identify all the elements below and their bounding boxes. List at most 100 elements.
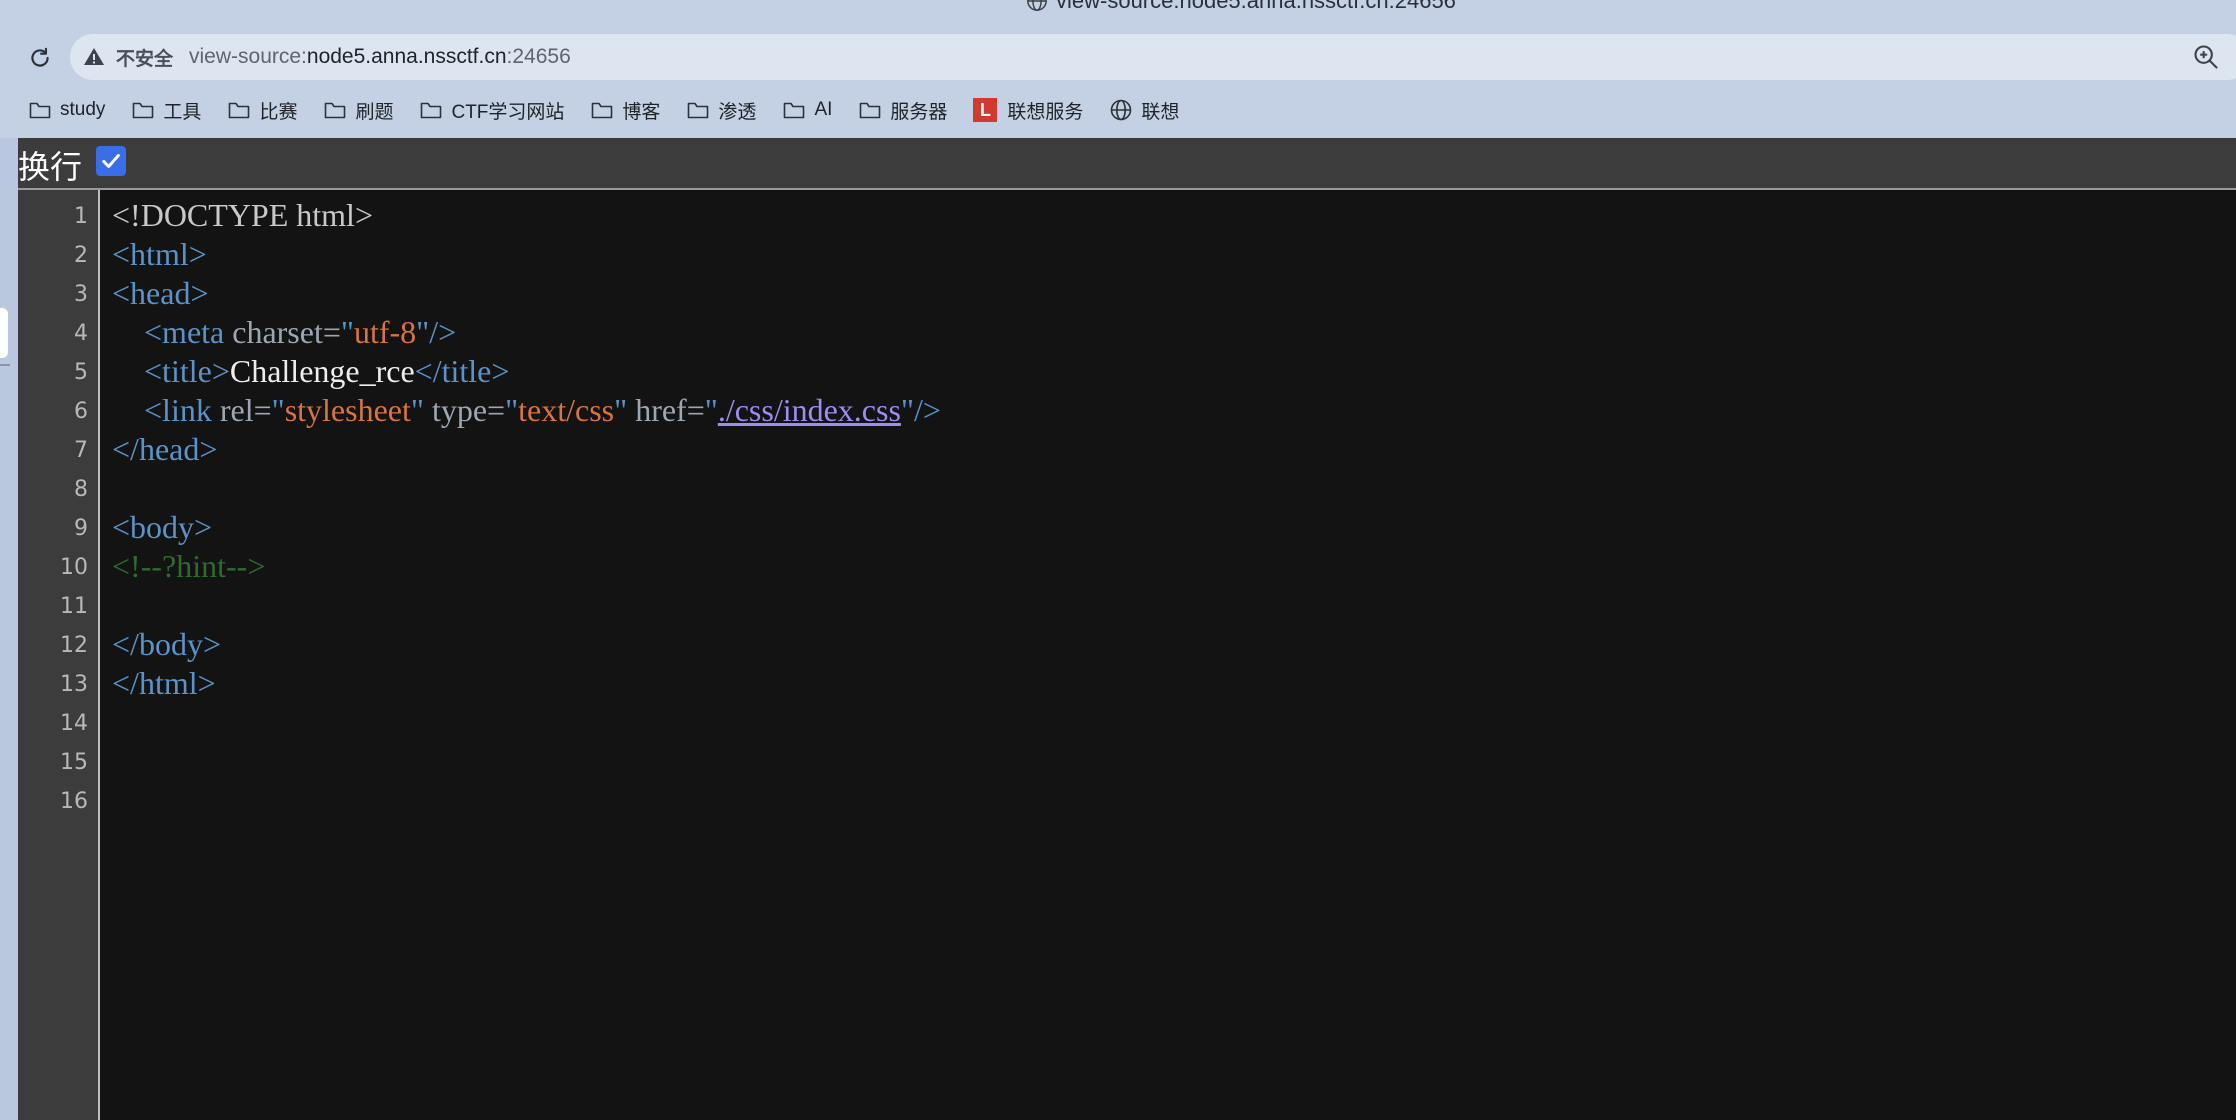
html-comment: <!--?hint--> <box>112 548 266 584</box>
line-number: 13 <box>60 672 88 697</box>
line-number: 16 <box>60 789 88 814</box>
html-tag: "/> <box>900 392 941 428</box>
line-wrap-checkbox[interactable] <box>96 146 126 176</box>
bookmark-label: 刷题 <box>355 101 394 123</box>
html-tag: </head> <box>112 431 218 467</box>
folder-icon <box>133 102 154 119</box>
bookmark-label: 服务器 <box>890 101 948 123</box>
reload-button[interactable] <box>24 42 56 74</box>
code-line: </body> <box>112 625 221 664</box>
line-number: 2 <box>74 243 88 268</box>
side-panel-handle[interactable] <box>0 308 8 358</box>
bookmark-item[interactable]: 服务器 <box>858 97 947 124</box>
html-tag: " <box>410 392 432 428</box>
attribute-value: stylesheet <box>284 392 411 428</box>
globe-icon <box>1111 99 1132 121</box>
side-divider <box>0 364 10 366</box>
line-number: 4 <box>74 321 88 346</box>
attribute-value: utf-8 <box>353 314 417 350</box>
attribute-name: charset= <box>232 314 341 350</box>
line-number: 3 <box>74 282 88 307</box>
line-number: 15 <box>60 750 88 775</box>
attribute-name: href= <box>635 392 705 428</box>
html-tag: <title> <box>144 353 230 389</box>
html-tag: "/> <box>416 314 457 350</box>
attribute-value: text/css <box>518 392 615 428</box>
bookmark-label: 比赛 <box>259 101 298 123</box>
code-line: <title>Challenge_rce</title> <box>112 352 509 391</box>
bookmark-item[interactable]: 工具 <box>131 97 201 124</box>
line-number: 7 <box>74 438 88 463</box>
line-number: 11 <box>60 594 88 619</box>
line-wrap-label: 换行 <box>18 148 83 186</box>
bookmarks-bar: study 工具 比赛 刷题 CTF学习网站 博客 渗透 AI 服务器 L 联想服务 联想 <box>28 94 1205 126</box>
folder-icon <box>688 102 709 119</box>
browser-chrome: view-source:node5.anna.nssctf.cn:24656 不… <box>0 0 2236 138</box>
bookmark-item[interactable]: CTF学习网站 <box>419 97 564 124</box>
html-tag: " <box>614 392 636 428</box>
bookmark-item[interactable]: 渗透 <box>686 97 756 124</box>
html-tag: </body> <box>112 626 221 662</box>
line-number: 10 <box>60 555 88 580</box>
html-tag: </title> <box>414 353 510 389</box>
bookmark-label: CTF学习网站 <box>451 101 565 123</box>
url-prefix: view-source: <box>189 45 307 68</box>
wrap-toolbar: 换行 <box>18 138 2236 190</box>
code-line: <!DOCTYPE html> <box>112 196 373 235</box>
window-title-text: view-source:node5.anna.nssctf.cn:24656 <box>1056 0 1456 13</box>
bookmark-item[interactable]: 比赛 <box>227 97 297 124</box>
bookmark-label: 渗透 <box>718 101 757 123</box>
attribute-name: type= <box>431 392 506 428</box>
html-tag: <body> <box>112 509 213 545</box>
warning-icon[interactable] <box>82 45 106 69</box>
bookmark-label: study <box>60 99 106 120</box>
bookmark-item[interactable]: 博客 <box>590 97 660 124</box>
window-title: view-source:node5.anna.nssctf.cn:24656 <box>1026 0 1456 14</box>
folder-icon <box>229 102 250 119</box>
html-tag: <meta <box>144 314 233 350</box>
bookmark-label: 联想服务 <box>1007 101 1084 123</box>
checkmark-icon <box>102 154 120 168</box>
code-line: <!--?hint--> <box>112 547 265 586</box>
bookmark-label: 博客 <box>622 101 661 123</box>
code-line: <body> <box>112 508 212 547</box>
line-number-gutter: 1 2 3 4 5 6 7 8 9 10 11 12 13 14 15 16 <box>18 190 100 1120</box>
bookmark-label: 联想 <box>1141 101 1180 123</box>
bookmark-label: 工具 <box>163 101 202 123</box>
address-bar[interactable]: 不安全 view-source:node5.anna.nssctf.cn:246… <box>70 34 2236 80</box>
folder-icon <box>325 102 346 119</box>
line-number: 14 <box>60 711 88 736</box>
bookmark-item[interactable]: 刷题 <box>323 97 393 124</box>
line-number: 9 <box>74 516 88 541</box>
html-tag: " <box>505 392 519 428</box>
url-text[interactable]: view-source:node5.anna.nssctf.cn:24656 <box>189 45 571 69</box>
bookmark-item[interactable]: L 联想服务 <box>973 97 1083 124</box>
line-number: 1 <box>74 204 88 229</box>
bookmark-item[interactable]: 联想 <box>1109 97 1179 124</box>
code-line: </head> <box>112 430 217 469</box>
html-tag: </html> <box>112 665 216 701</box>
stylesheet-link[interactable]: ./css/index.css <box>718 392 901 428</box>
doctype-declaration: <!DOCTYPE html> <box>112 197 373 233</box>
globe-icon <box>1027 0 1047 11</box>
html-tag: <html> <box>112 236 207 272</box>
html-tag: <link <box>144 392 220 428</box>
html-tag: <head> <box>112 275 209 311</box>
folder-icon <box>784 102 805 119</box>
code-line: <link rel="stylesheet" type="text/css" h… <box>112 391 941 430</box>
line-number: 12 <box>60 633 88 658</box>
line-number: 5 <box>74 360 88 385</box>
folder-icon <box>592 102 613 119</box>
bookmark-item[interactable]: study <box>28 98 105 122</box>
attribute-name: rel= <box>219 392 272 428</box>
html-tag: " <box>271 392 285 428</box>
zoom-icon[interactable] <box>2192 43 2220 71</box>
security-status[interactable]: 不安全 <box>116 44 173 71</box>
bookmark-item[interactable]: AI <box>782 98 832 122</box>
folder-icon <box>860 102 881 119</box>
lenovo-l-icon: L <box>973 98 998 122</box>
url-host: node5.anna.nssctf.cn <box>306 45 507 68</box>
